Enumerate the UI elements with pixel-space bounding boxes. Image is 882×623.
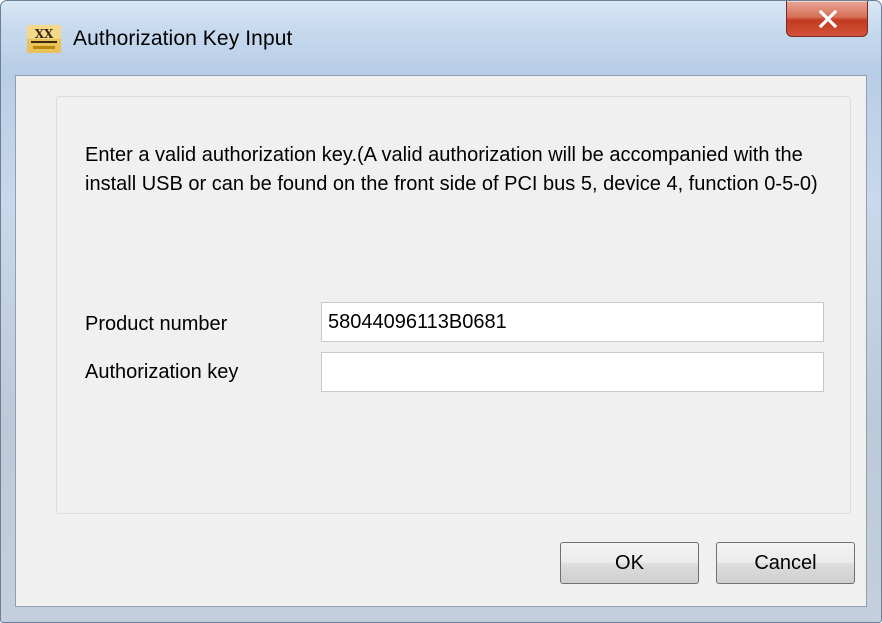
title-bar[interactable]: XX Authorization Key Input — [1, 1, 881, 75]
authorization-dialog-window: XX Authorization Key Input Enter a valid… — [0, 0, 882, 623]
xx-app-icon: XX — [27, 25, 61, 53]
product-number-field[interactable] — [321, 302, 824, 342]
dialog-client-area: Enter a valid authorization key.(A valid… — [15, 75, 867, 607]
cancel-button[interactable]: Cancel — [716, 542, 855, 584]
svg-text:XX: XX — [35, 27, 54, 41]
window-title: Authorization Key Input — [73, 27, 293, 50]
authorization-key-field[interactable] — [321, 352, 824, 392]
ok-button[interactable]: OK — [560, 542, 699, 584]
authorization-key-label: Authorization key — [85, 361, 239, 383]
instruction-message: Enter a valid authorization key.(A valid… — [85, 144, 818, 195]
close-x-icon — [818, 10, 838, 28]
input-group-panel: Enter a valid authorization key.(A valid… — [56, 96, 851, 514]
close-button[interactable] — [786, 1, 868, 37]
product-number-label: Product number — [85, 313, 228, 335]
